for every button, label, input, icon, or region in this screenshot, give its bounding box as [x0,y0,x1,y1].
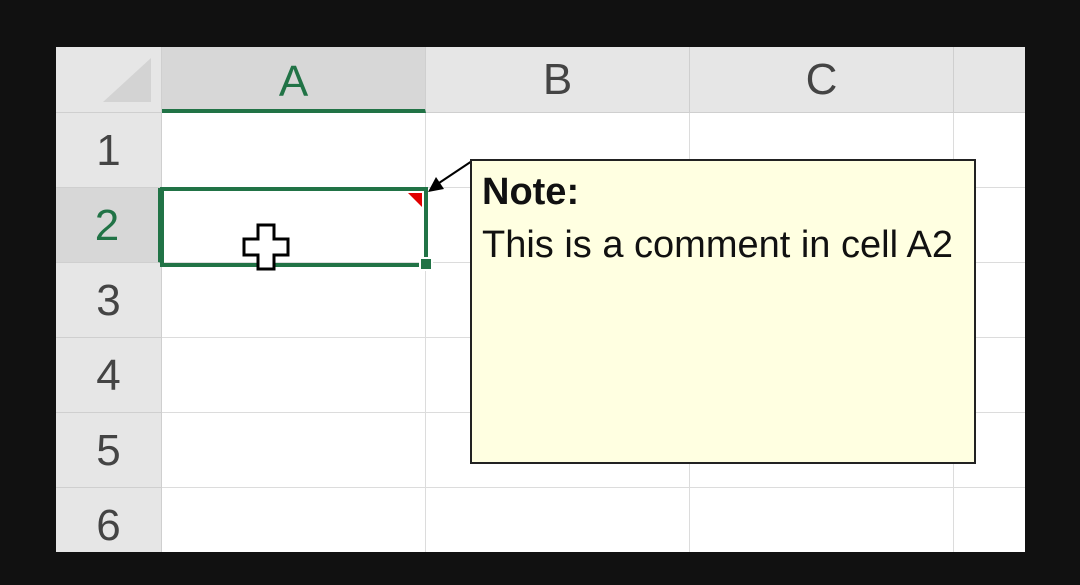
cell-a1[interactable] [162,113,426,188]
row-header-4[interactable]: 4 [56,338,162,413]
cell-a2[interactable] [162,188,426,263]
row-header-1[interactable]: 1 [56,113,162,188]
row-header-2[interactable]: 2 [56,188,162,263]
column-header-c[interactable]: C [690,47,954,113]
cell-a4[interactable] [162,338,426,413]
fill-handle[interactable] [419,257,433,271]
column-header-d[interactable] [954,47,1025,113]
cell-b6[interactable] [426,488,690,552]
row-header-3[interactable]: 3 [56,263,162,338]
row-header-6[interactable]: 6 [56,488,162,552]
cell-note-popup: Note: This is a comment in cell A2 [470,159,976,464]
select-all-button[interactable] [56,47,162,113]
cell-c6[interactable] [690,488,954,552]
cell-select-cross-icon [242,223,290,276]
column-header-b[interactable]: B [426,47,690,113]
comment-indicator-icon[interactable] [408,193,422,207]
select-all-icon [103,58,151,102]
column-header-a[interactable]: A [162,47,426,113]
cell-a6[interactable] [162,488,426,552]
cell-a5[interactable] [162,413,426,488]
spreadsheet-grid: A B C 1 2 3 4 5 6 Note: This is a commen… [56,47,1025,552]
cell-a3[interactable] [162,263,426,338]
cell-d6[interactable] [954,488,1025,552]
note-title: Note: [482,171,580,213]
note-body: This is a comment in cell A2 [482,224,953,266]
row-header-5[interactable]: 5 [56,413,162,488]
